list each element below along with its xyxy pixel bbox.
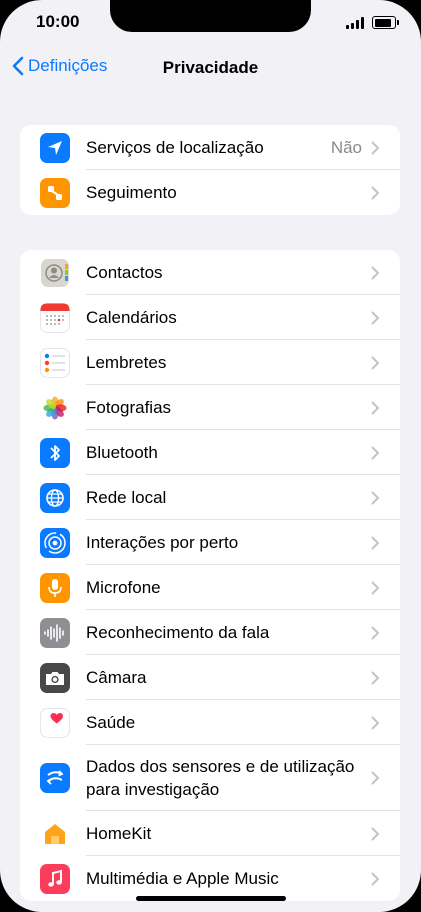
row-label: Bluetooth: [86, 443, 158, 462]
row-label: Fotografias: [86, 398, 172, 417]
row-health[interactable]: Saúde: [20, 700, 400, 745]
location-tracking-group: Serviços de localização Não Seguimento: [20, 125, 400, 215]
chevron-right-icon: [371, 311, 379, 324]
row-label: Serviços de localização: [86, 138, 264, 157]
chevron-right-icon: [371, 581, 379, 594]
row-label: Microfone: [86, 578, 161, 597]
row-local-network[interactable]: Rede local: [20, 475, 400, 520]
row-tracking[interactable]: Seguimento: [20, 170, 400, 215]
heart-icon: [40, 707, 70, 738]
status-bar: 10:00: [0, 0, 421, 44]
chevron-right-icon: [371, 771, 379, 785]
row-calendars[interactable]: Calendários: [20, 295, 400, 340]
row-label: Rede local: [86, 488, 167, 507]
music-icon: [40, 863, 70, 894]
chevron-right-icon: [371, 141, 379, 154]
location-arrow-icon: [40, 132, 70, 163]
navigation-bar: Definições Privacidade: [0, 48, 421, 88]
contacts-icon: [40, 258, 70, 288]
row-label: Lembretes: [86, 353, 167, 372]
bluetooth-icon: [40, 437, 70, 468]
chevron-right-icon: [371, 626, 379, 639]
row-bluetooth[interactable]: Bluetooth: [20, 430, 400, 475]
row-reminders[interactable]: Lembretes: [20, 340, 400, 385]
row-media-music[interactable]: Multimédia e Apple Music: [20, 856, 400, 901]
row-label: Interações por perto: [86, 533, 239, 552]
camera-icon: [40, 662, 70, 693]
chevron-right-icon: [371, 356, 379, 369]
calendar-icon: [40, 302, 70, 333]
cellular-signal-icon: [346, 17, 366, 29]
row-sensor-data[interactable]: Dados dos sensores e de utilização para …: [20, 745, 400, 811]
nearby-icon: [40, 527, 70, 558]
microphone-icon: [40, 572, 70, 603]
privacy-permissions-group: Contactos Calendários Lembretes Fotografias…: [20, 250, 400, 901]
row-label: Calendários: [86, 308, 177, 327]
globe-icon: [40, 482, 70, 513]
row-speech-recognition[interactable]: Reconhecimento da fala: [20, 610, 400, 655]
row-microphone[interactable]: Microfone: [20, 565, 400, 610]
row-label: Contactos: [86, 263, 163, 282]
row-label: Multimédia e Apple Music: [86, 869, 279, 888]
chevron-right-icon: [371, 491, 379, 504]
status-time: 10:00: [36, 12, 80, 31]
notch: [110, 0, 311, 32]
battery-icon: [372, 16, 399, 29]
row-photos[interactable]: Fotografias: [20, 385, 400, 430]
home-indicator[interactable]: [136, 896, 286, 901]
chevron-right-icon: [371, 716, 379, 729]
row-label: Saúde: [86, 713, 136, 732]
row-camera[interactable]: Câmara: [20, 655, 400, 700]
chevron-right-icon: [371, 827, 379, 840]
row-label: Seguimento: [86, 183, 177, 202]
row-value: Não: [330, 137, 362, 157]
chevron-right-icon: [371, 186, 379, 199]
row-contacts[interactable]: Contactos: [20, 250, 400, 295]
chevron-right-icon: [371, 671, 379, 684]
row-label: Reconhecimento da fala: [86, 623, 270, 642]
chevron-right-icon: [371, 401, 379, 414]
row-nearby-interactions[interactable]: Interações por perto: [20, 520, 400, 565]
phone-screen: 10:00 Definições Privacidade Serviços de…: [0, 0, 421, 912]
photos-icon: [40, 393, 70, 423]
chevron-right-icon: [371, 446, 379, 459]
row-label: Câmara: [86, 668, 147, 687]
reminders-icon: [40, 347, 70, 378]
home-icon: [40, 819, 70, 849]
waveform-icon: [40, 617, 70, 648]
row-label: HomeKit: [86, 824, 152, 843]
row-location-services[interactable]: Serviços de localização Não: [20, 125, 400, 170]
tracking-icon: [40, 177, 70, 208]
chevron-right-icon: [371, 872, 379, 885]
page-title: Privacidade: [162, 58, 259, 77]
research-icon: [40, 763, 70, 793]
chevron-right-icon: [371, 266, 379, 279]
chevron-right-icon: [371, 536, 379, 549]
row-homekit[interactable]: HomeKit: [20, 811, 400, 856]
row-label: Dados dos sensores e de utilização para …: [86, 757, 355, 799]
